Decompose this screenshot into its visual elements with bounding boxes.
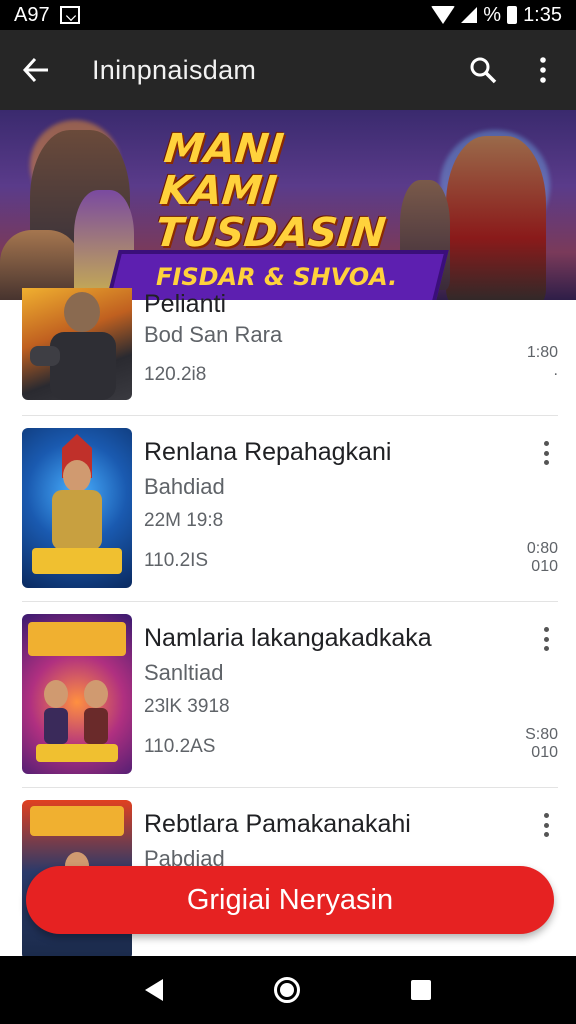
item-meta: 23lK 3918 [144,696,230,717]
status-bar: A97 % 1:35 [0,0,576,30]
item-time-line2: 010 [531,744,558,761]
item-meta: 22M 19:8 [144,510,224,531]
arrow-left-icon [22,57,48,83]
item-time-line2: . [553,362,558,379]
armored-hero-icon [30,292,116,400]
nav-recents-icon[interactable] [410,980,431,1000]
item-time: S:80 010 [525,726,558,762]
item-time-line1: 0:80 [526,540,558,557]
item-subtitle: Bahdiad [144,474,225,499]
battery-percent: % [483,3,502,26]
search-button[interactable] [466,53,500,87]
item-title: Renlana Repahagkani [144,438,392,466]
item-title: Pelianti [144,290,226,318]
search-icon [470,57,497,84]
banner-headline-line2: TUSDASIN [153,210,388,256]
list-item[interactable]: Pelianti Bod San Rara 120.2i8 1:80 . [22,288,558,416]
promo-banner[interactable]: MANI KAMI TUSDASIN FISDAR & SHVOA. [0,110,576,300]
back-button[interactable] [18,52,54,88]
item-thumbnail [22,614,132,774]
item-subtitle: Sanltiad [144,660,224,685]
nav-back-icon[interactable] [145,979,164,1001]
banner-character-right [446,136,546,300]
item-time-line2: 010 [531,558,558,575]
nav-home-icon[interactable] [273,977,300,1003]
banner-headline-line1: MANI KAMI [157,126,286,214]
item-time: 0:80 010 [527,540,558,576]
item-time-line1: 1:80 [526,344,558,361]
item-thumbnail [22,428,132,588]
primary-action-button[interactable]: Grigiai Neryasin [26,866,554,934]
more-vert-icon [543,441,549,446]
banner-headline: MANI KAMI TUSDASIN [153,126,396,256]
item-date: 120.2i8 [144,364,207,385]
wifi-icon [431,6,456,24]
system-nav-bar [0,956,576,1024]
item-menu-button[interactable] [534,624,558,654]
overflow-menu-button[interactable] [526,53,560,87]
item-date: 110.2AS [144,736,216,757]
item-title: Rebtlara Pamakanakahi [144,810,411,838]
notification-icon [59,6,80,24]
signal-icon [461,7,478,23]
app-bar: Ininpnaisdam [0,30,576,110]
item-menu-button[interactable] [534,438,558,468]
item-title: Namlaria lakangakadkaka [144,624,432,652]
more-vert-icon [540,57,546,83]
page-title: Ininpnaisdam [92,54,257,85]
banner-ribbon-text: FISDAR & SHVOA. [156,263,398,291]
battery-icon [507,6,518,24]
list-item[interactable]: Renlana Repahagkani Bahdiad 22M 19:8 110… [22,416,558,602]
item-thumbnail [22,288,132,400]
item-menu-button[interactable] [534,810,558,840]
list-item[interactable]: Namlaria lakangakadkaka Sanltiad 23lK 39… [22,602,558,788]
more-vert-icon [543,813,549,818]
status-time: 1:35 [523,3,562,26]
item-date: 110.2IS [144,550,209,571]
item-time-line1: S:80 [525,726,558,743]
item-subtitle: Bod San Rara [144,322,283,347]
warrior-hero-icon [32,434,122,574]
team-heroes-icon [28,622,126,762]
more-vert-icon [543,627,549,632]
status-left-text: A97 [14,3,50,26]
item-time: 1:80 . [527,344,558,380]
